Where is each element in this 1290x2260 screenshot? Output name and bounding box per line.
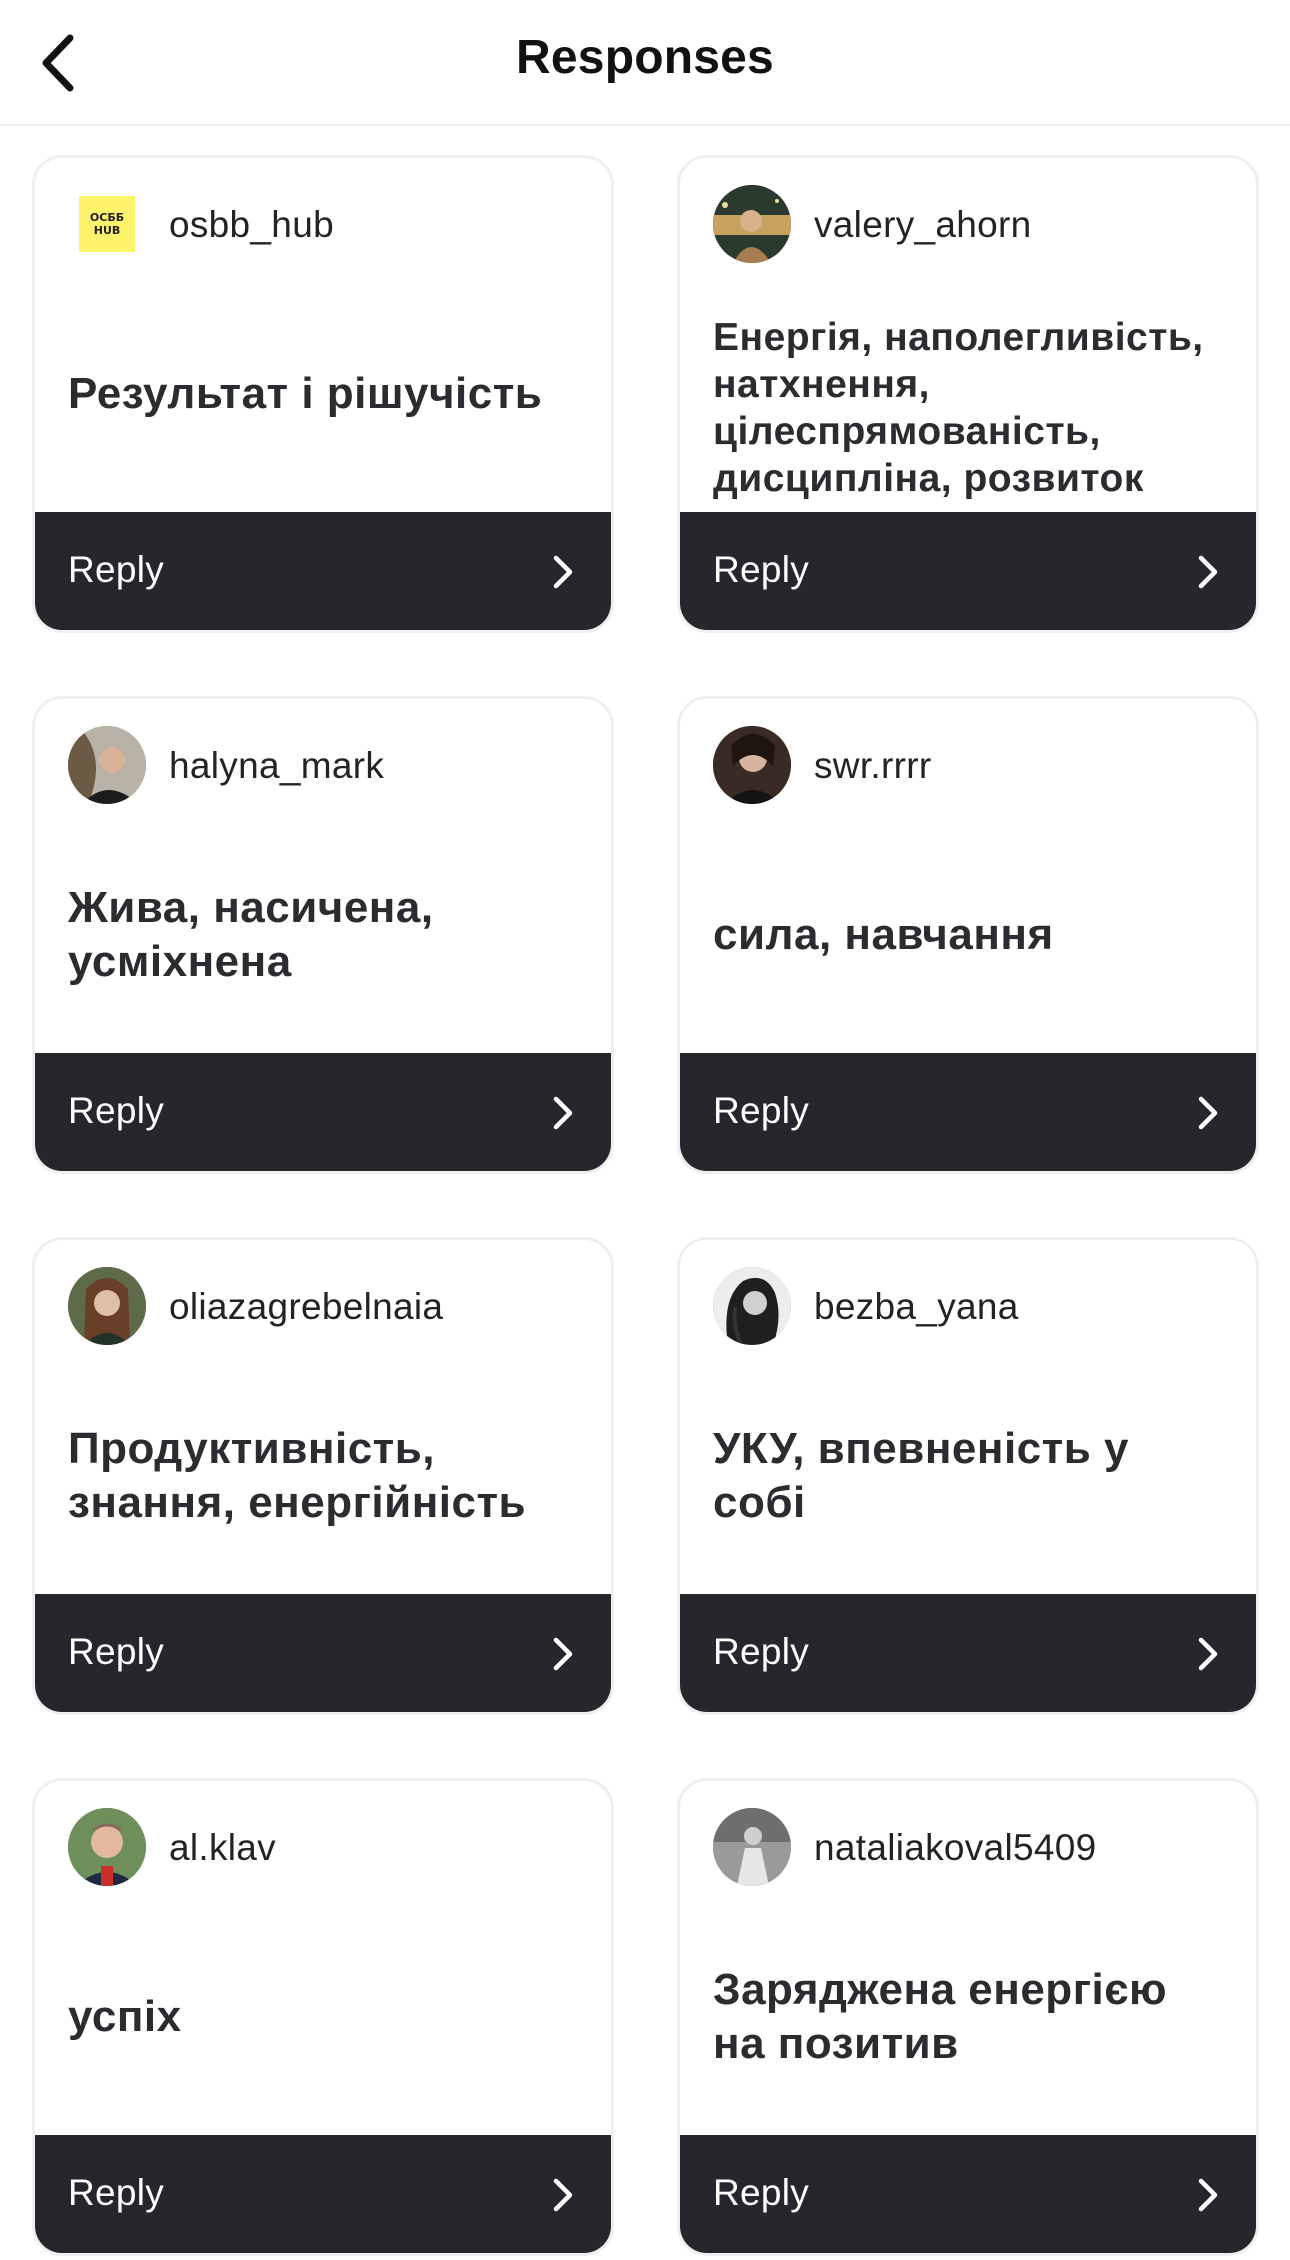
response-card: nataliakoval5409 Заряджена енергією на п…: [677, 1778, 1259, 2256]
response-card: swr.rrrr сила, навчання Reply: [677, 696, 1259, 1174]
chevron-right-icon: [553, 1096, 573, 1130]
chevron-right-icon: [1198, 555, 1218, 589]
username[interactable]: swr.rrrr: [814, 745, 931, 787]
avatar[interactable]: [713, 1808, 791, 1886]
avatar[interactable]: [713, 185, 791, 263]
brand-logo-text: ОСББ HUB: [89, 211, 125, 237]
answer-area: УКУ, впевненість у собі: [680, 1360, 1256, 1592]
card-header: swr.rrrr: [680, 699, 1256, 839]
username[interactable]: oliazagrebelnaia: [169, 1286, 443, 1328]
reply-button[interactable]: Reply: [35, 1594, 611, 1712]
reply-button[interactable]: Reply: [680, 1053, 1256, 1171]
response-text: успіх: [68, 1992, 182, 2041]
avatar[interactable]: [713, 1267, 791, 1345]
card-header: al.klav: [35, 1781, 611, 1921]
avatar[interactable]: [713, 726, 791, 804]
avatar[interactable]: [68, 1808, 146, 1886]
avatar[interactable]: ОСББ HUB: [79, 196, 135, 252]
reply-button[interactable]: Reply: [35, 512, 611, 630]
response-card: valery_ahorn Енергія, наполегливість, на…: [677, 155, 1259, 633]
username[interactable]: nataliakoval5409: [814, 1827, 1097, 1869]
chevron-right-icon: [553, 2178, 573, 2212]
response-text: Енергія, наполегливість, натхнення, ціле…: [713, 316, 1204, 500]
response-card: halyna_mark Жива, насичена, усміхнена Re…: [32, 696, 614, 1174]
chevron-right-icon: [553, 1637, 573, 1671]
answer-area: Заряджена енергією на позитив: [680, 1901, 1256, 2133]
chevron-right-icon: [1198, 1096, 1218, 1130]
response-card: ОСББ HUB osbb_hub Результат і рішучість …: [32, 155, 614, 633]
card-header: ОСББ HUB osbb_hub: [35, 158, 611, 298]
answer-area: Жива, насичена, усміхнена: [35, 819, 611, 1051]
reply-label: Reply: [713, 1631, 810, 1672]
answer-area: Продуктивність, знання, енергійність: [35, 1360, 611, 1592]
answer-area: успіх: [35, 1901, 611, 2133]
username[interactable]: osbb_hub: [169, 204, 334, 246]
card-header: valery_ahorn: [680, 158, 1256, 298]
reply-button[interactable]: Reply: [680, 2135, 1256, 2253]
reply-button[interactable]: Reply: [35, 2135, 611, 2253]
reply-label: Reply: [68, 549, 165, 590]
response-text: Жива, насичена, усміхнена: [68, 883, 434, 986]
answer-area: Енергія, наполегливість, натхнення, ціле…: [680, 278, 1256, 510]
response-card: al.klav успіх Reply: [32, 1778, 614, 2256]
response-text: Результат і рішучість: [68, 369, 543, 418]
response-card: oliazagrebelnaia Продуктивність, знання,…: [32, 1237, 614, 1715]
username[interactable]: valery_ahorn: [814, 204, 1032, 246]
response-text: сила, навчання: [713, 910, 1054, 959]
reply-label: Reply: [68, 2172, 165, 2213]
reply-button[interactable]: Reply: [680, 1594, 1256, 1712]
reply-label: Reply: [68, 1631, 165, 1672]
card-header: oliazagrebelnaia: [35, 1240, 611, 1380]
card-header: nataliakoval5409: [680, 1781, 1256, 1921]
reply-label: Reply: [713, 2172, 810, 2213]
username[interactable]: al.klav: [169, 1827, 276, 1869]
chevron-right-icon: [553, 555, 573, 589]
response-text: Продуктивність, знання, енергійність: [68, 1424, 527, 1527]
reply-label: Reply: [713, 1090, 810, 1131]
answer-area: Результат і рішучість: [35, 278, 611, 510]
avatar[interactable]: [68, 1267, 146, 1345]
response-card: bezba_yana УКУ, впевненість у собі Reply: [677, 1237, 1259, 1715]
username[interactable]: halyna_mark: [169, 745, 384, 787]
avatar[interactable]: [68, 726, 146, 804]
response-text: Заряджена енергією на позитив: [713, 1965, 1168, 2068]
response-text: УКУ, впевненість у собі: [713, 1424, 1129, 1527]
chevron-right-icon: [1198, 1637, 1218, 1671]
reply-label: Reply: [713, 549, 810, 590]
responses-grid: ОСББ HUB osbb_hub Результат і рішучість …: [0, 0, 1290, 2260]
reply-button[interactable]: Reply: [35, 1053, 611, 1171]
answer-area: сила, навчання: [680, 819, 1256, 1051]
reply-label: Reply: [68, 1090, 165, 1131]
username[interactable]: bezba_yana: [814, 1286, 1019, 1328]
chevron-right-icon: [1198, 2178, 1218, 2212]
reply-button[interactable]: Reply: [680, 512, 1256, 630]
card-header: bezba_yana: [680, 1240, 1256, 1380]
card-header: halyna_mark: [35, 699, 611, 839]
